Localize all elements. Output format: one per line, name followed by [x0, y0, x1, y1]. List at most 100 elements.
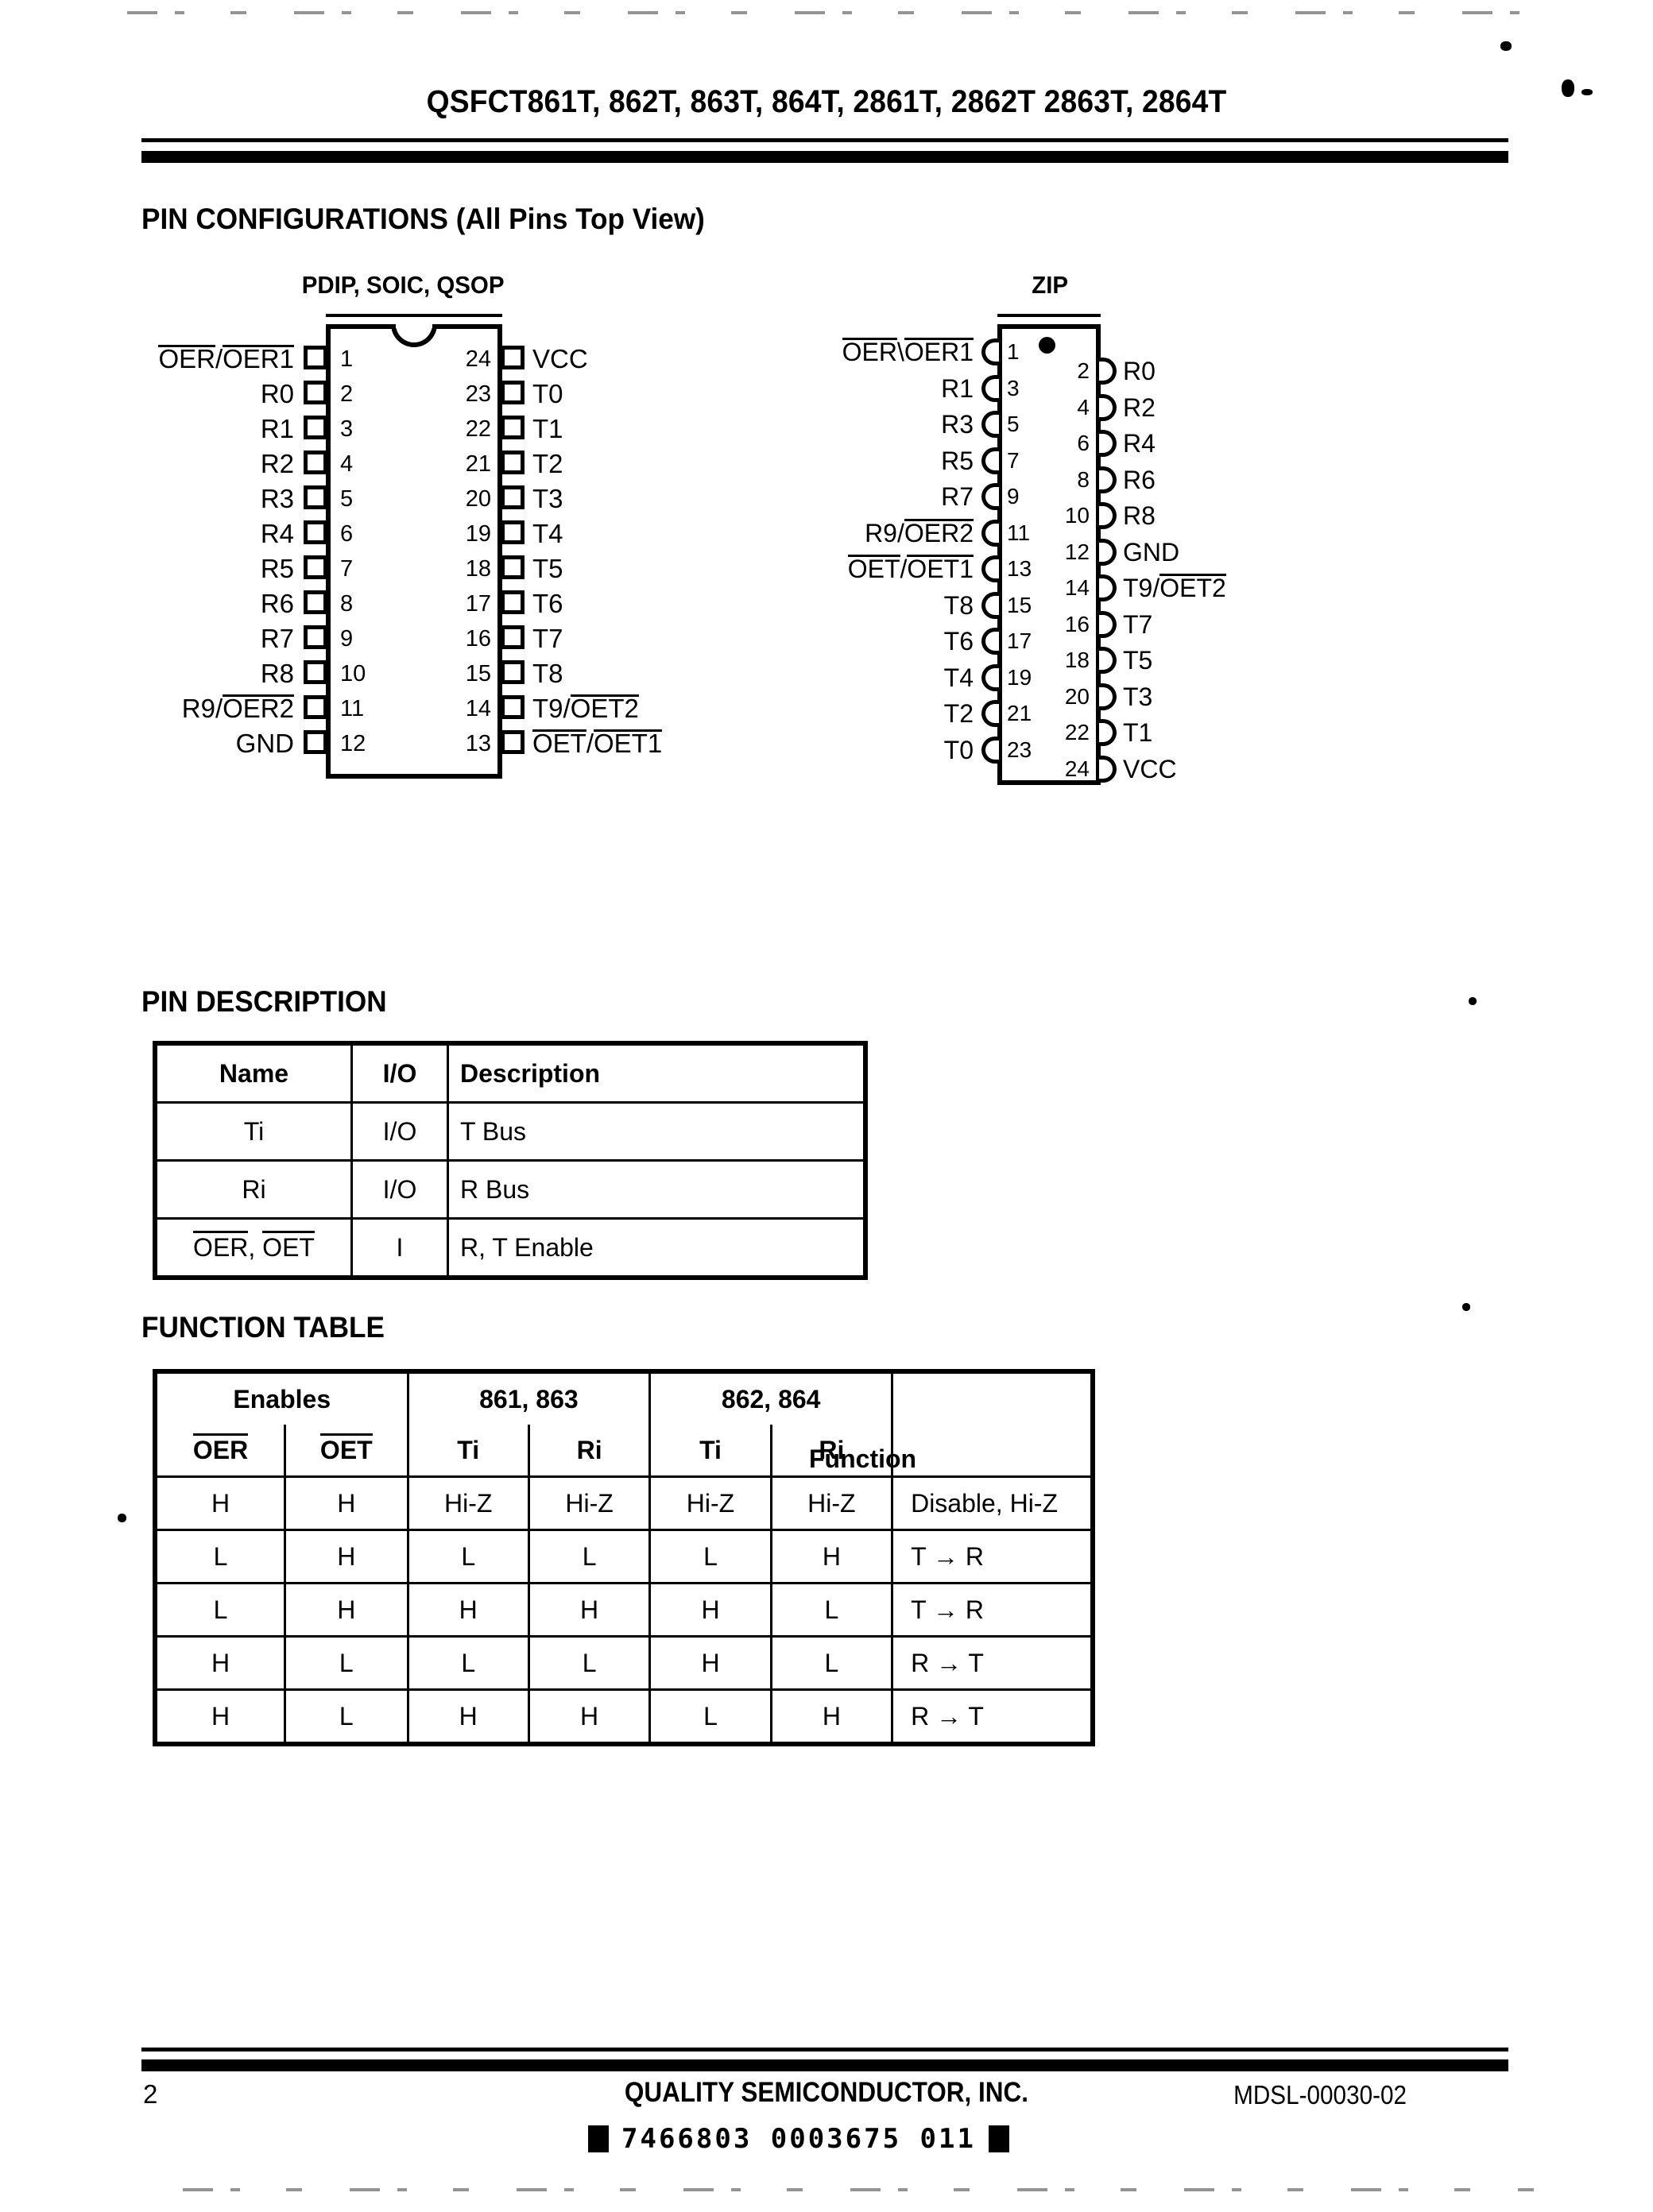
zip-pin-lead — [981, 411, 999, 438]
dip-pin-number: 1 — [340, 346, 354, 372]
cell-value: H — [284, 1529, 409, 1584]
dip-pin-label-left: OER/OER1 — [158, 344, 294, 373]
zip-pin-label-left: OER\OER1 — [842, 338, 974, 366]
zip-caption: ZIP — [1032, 271, 1069, 299]
dip-pin-number: 22 — [465, 416, 491, 442]
dip-pin-label-left: R2 — [260, 449, 294, 478]
cell-value: H — [769, 1688, 894, 1746]
pin-description-table: Name I/O Description Ti I/O T Bus Ri I/O R Bu… — [153, 1041, 868, 1280]
dip-pin-number: 7 — [340, 556, 354, 582]
zip-pin-label-left: R7 — [941, 482, 974, 511]
zip-pin-label-right: GND — [1123, 537, 1180, 567]
pin-description-heading: PIN DESCRIPTION — [141, 985, 387, 1018]
cell-name: Ti — [153, 1101, 353, 1162]
zip-pin-label-left: R3 — [941, 410, 974, 439]
dip-pin-label-right: T6 — [532, 589, 563, 618]
zip-pin-lead — [981, 483, 999, 510]
header-rule-thick — [141, 151, 1508, 163]
cell-value: H — [153, 1688, 287, 1746]
dip-pin-pad — [304, 381, 327, 404]
dip-pin-number: 18 — [465, 556, 491, 582]
cell-function: Disable, Hi-Z — [891, 1475, 1094, 1531]
dip-pin-pad — [501, 451, 525, 474]
zip-pin-lead — [1099, 393, 1117, 421]
col-header-io: I/O — [350, 1042, 449, 1104]
dip-pin-label-left: R0 — [260, 379, 294, 408]
dip-pin-pad — [501, 555, 525, 579]
cell-value: H — [648, 1635, 772, 1691]
cell-value: H — [406, 1582, 530, 1638]
dip-pin-pad — [501, 625, 525, 649]
zip-pin-lead — [1099, 574, 1117, 601]
cell-value: L — [769, 1635, 894, 1691]
dip-caption: PDIP, SOIC, QSOP — [301, 271, 505, 299]
ocr-block-left-icon — [588, 2125, 609, 2152]
dip-pin-number: 10 — [340, 661, 366, 686]
zip-pin-label-right: R4 — [1123, 429, 1156, 458]
dip-pin-label-right: T4 — [532, 519, 563, 548]
table-row: LHHHHLT → R — [153, 1582, 1094, 1638]
cell-value: L — [527, 1635, 652, 1691]
group-header-861-863: 861, 863 — [406, 1370, 652, 1425]
dip-pin-label-right: T3 — [532, 484, 563, 513]
zip-pin-number: 8 — [1077, 466, 1090, 492]
dip-notch-mask — [396, 322, 432, 328]
zip-pin-label-right: T3 — [1123, 682, 1153, 711]
cell-description: R, T Enable — [447, 1217, 867, 1279]
col-header-description: Description — [447, 1042, 867, 1104]
dip-pin-pad — [304, 590, 327, 614]
table-row: Ri I/O R Bus — [153, 1159, 867, 1220]
datasheet-page: QSFCT861T, 862T, 863T, 864T, 2861T, 2862… — [0, 0, 1653, 2212]
sub-header-oet: OET — [284, 1425, 409, 1478]
zip-pin-number: 9 — [1007, 484, 1020, 509]
zip-pin-number: 16 — [1064, 611, 1090, 636]
zip-pin-number: 6 — [1077, 431, 1090, 455]
zip-pin-lead — [981, 628, 999, 655]
table-row: Ti I/O T Bus — [153, 1101, 867, 1162]
cell-value: H — [527, 1688, 652, 1746]
cell-value: L — [406, 1635, 530, 1691]
cell-name: Ri — [153, 1159, 353, 1220]
zip-pin-label-right: R6 — [1123, 465, 1156, 494]
ocr-barcode-line: 7466803 0003675 011 — [588, 2123, 1009, 2155]
dip-pin-pad — [304, 346, 327, 369]
dip-pin-pad — [304, 730, 327, 754]
dip-pin-number: 16 — [465, 626, 491, 652]
zip-pin-label-right: R0 — [1123, 357, 1156, 385]
pin-configurations-heading: PIN CONFIGURATIONS (All Pins Top View) — [141, 203, 705, 235]
footer-rule-thin — [141, 2048, 1508, 2052]
cell-io: I — [350, 1217, 449, 1279]
cell-value: H — [153, 1475, 287, 1531]
dip-pin-number: 4 — [340, 451, 354, 477]
cell-value: Hi-Z — [769, 1475, 894, 1531]
dip-pin-label-right: T0 — [532, 379, 563, 408]
zip-pin-lead — [1099, 610, 1117, 638]
dip-pin-pad — [304, 625, 327, 649]
cell-description: R Bus — [447, 1159, 867, 1220]
zip-pin-number: 18 — [1064, 648, 1090, 672]
dip-pin-label-right: T9/OET2 — [532, 694, 640, 723]
zip-pin-lead — [981, 663, 999, 691]
scan-smudge — [118, 1514, 126, 1522]
sub-header-oer-label: OER — [192, 1433, 249, 1464]
cell-value: L — [406, 1529, 530, 1584]
table-row: HLLLHLR → T — [153, 1635, 1094, 1691]
dip-pin-label-left: R4 — [260, 519, 294, 548]
dip-pin-number: 14 — [465, 696, 491, 721]
cell-function: T → R — [891, 1529, 1094, 1584]
table-row: OER, OET I R, T Enable — [153, 1217, 867, 1279]
dip-pin-number: 2 — [340, 381, 354, 407]
dip-pin-label-right: VCC — [532, 344, 588, 373]
zip-pin-lead — [981, 700, 999, 727]
dip-pin-number: 11 — [340, 696, 365, 721]
dip-pin-pad — [501, 730, 525, 754]
zip-pin-label-left: T6 — [943, 627, 974, 655]
zip-pin-lead — [981, 374, 999, 402]
zip-pin-number: 10 — [1064, 503, 1090, 528]
cell-value: L — [153, 1582, 287, 1638]
cell-value: L — [648, 1688, 772, 1746]
sub-header-ri-a: Ri — [527, 1425, 652, 1478]
dip-pin-label-left: R5 — [260, 554, 294, 583]
zip-pin-number: 4 — [1077, 394, 1090, 420]
company-name: QUALITY SEMICONDUCTOR, INC. — [624, 2077, 1029, 2108]
